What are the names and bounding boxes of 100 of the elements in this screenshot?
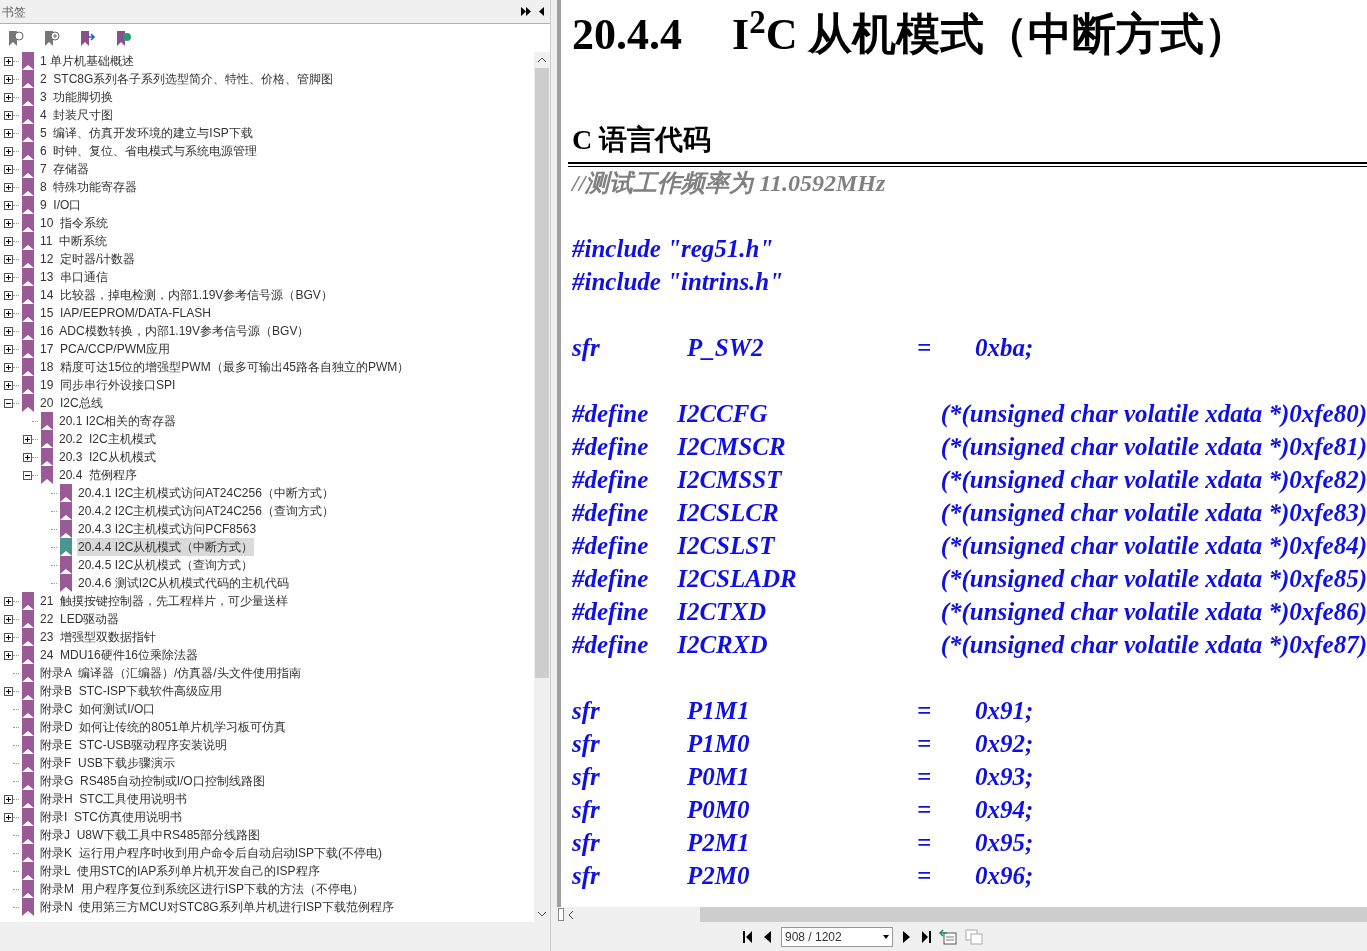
expand-bookmark-icon[interactable] <box>116 29 132 47</box>
bookmark-item[interactable]: 附录D 如何让传统的8051单片机学习板可仿真 <box>39 718 288 736</box>
next-page-icon[interactable] <box>901 930 911 943</box>
bookmark-item[interactable]: 6 时钟、复位、省电模式与系统电源管理 <box>39 142 259 160</box>
page-field[interactable]: 908 / 1202 <box>781 926 893 947</box>
bookmark-item[interactable]: 20.4.6 测试I2C从机模式代码的主机代码 <box>77 574 291 592</box>
previous-page-icon[interactable] <box>763 930 773 943</box>
expand-icon[interactable] <box>4 128 13 138</box>
bookmark-item[interactable]: 20.3 I2C从机模式 <box>58 448 157 466</box>
bookmark-item[interactable]: 20 I2C总线 <box>39 394 104 412</box>
expand-icon[interactable] <box>4 182 13 192</box>
bookmark-item[interactable]: 20.1 I2C相关的寄存器 <box>58 412 178 430</box>
add-bookmark-icon[interactable] <box>44 29 60 47</box>
vertical-scrollbar[interactable] <box>534 52 550 922</box>
expand-icon[interactable] <box>4 164 13 174</box>
expand-icon[interactable] <box>4 200 13 210</box>
expand-icon[interactable] <box>4 74 13 84</box>
bookmark-item[interactable]: 20.4.4 I2C从机模式（中断方式） <box>77 538 255 556</box>
last-page-icon[interactable] <box>919 930 931 943</box>
expand-icon[interactable] <box>4 146 13 156</box>
bookmark-item[interactable]: 3 功能脚切换 <box>39 88 115 106</box>
expand-icon[interactable] <box>4 236 13 246</box>
back-view-icon[interactable] <box>939 928 957 945</box>
expand-icon[interactable] <box>4 290 13 300</box>
expand-icon[interactable] <box>4 596 13 606</box>
collapse-icon[interactable] <box>23 470 32 480</box>
bookmark-item[interactable]: 1 单片机基础概述 <box>39 52 135 70</box>
collapse-panel-icon[interactable] <box>539 7 544 16</box>
bookmark-item[interactable]: 附录L 使用STC的IAP系列单片机开发自己的ISP程序 <box>39 862 321 880</box>
bookmark-item[interactable]: 12 定时器/计数器 <box>39 250 137 268</box>
go-to-bookmark-icon[interactable] <box>80 29 96 47</box>
bookmark-item[interactable]: 10 指令系统 <box>39 214 109 232</box>
bookmark-item[interactable]: 17 PCA/CCP/PWM应用 <box>39 340 172 358</box>
bookmark-item[interactable]: 23 增强型双数据指针 <box>39 628 157 646</box>
bookmark-item[interactable]: 24 MDU16硬件16位乘除法器 <box>39 646 200 664</box>
bookmark-item[interactable]: 8 特殊功能寄存器 <box>39 178 139 196</box>
dropdown-icon[interactable] <box>883 934 889 939</box>
bookmark-item[interactable]: 附录M 用户程序复位到系统区进行ISP下载的方法（不停电） <box>39 880 365 898</box>
bookmark-item[interactable]: 22 LED驱动器 <box>39 610 121 628</box>
bookmark-item[interactable]: 20.2 I2C主机模式 <box>58 430 157 448</box>
first-page-icon[interactable] <box>743 930 755 943</box>
code-value: 0xba; <box>975 332 1034 363</box>
expand-icon[interactable] <box>4 92 13 102</box>
bookmark-item[interactable]: 附录N 使用第三方MCU对STC8G系列单片机进行ISP下载范例程序 <box>39 898 395 916</box>
expand-icon[interactable] <box>4 686 13 696</box>
bookmark-item[interactable]: 附录C 如何测试I/O口 <box>39 700 157 718</box>
bookmark-item[interactable]: 2 STC8G系列各子系列选型简介、特性、价格、管脚图 <box>39 70 335 88</box>
bookmark-item[interactable]: 18 精度可达15位的增强型PWM（最多可输出45路各自独立的PWM） <box>39 358 411 376</box>
expand-icon[interactable] <box>4 794 13 804</box>
expand-icon[interactable] <box>4 344 13 354</box>
expand-icon[interactable] <box>4 254 13 264</box>
horizontal-scrollbar[interactable] <box>557 907 1367 922</box>
bookmark-item[interactable]: 16 ADC模数转换，内部1.19V参考信号源（BGV） <box>39 322 311 340</box>
expand-icon[interactable] <box>4 56 13 66</box>
bookmark-item[interactable]: 5 编译、仿真开发环境的建立与ISP下载 <box>39 124 254 142</box>
bookmark-item[interactable]: 附录K 运行用户程序时收到用户命令后自动启动ISP下载(不停电) <box>39 844 383 862</box>
expand-icon[interactable] <box>4 632 13 642</box>
bookmark-item[interactable]: 11 中断系统 <box>39 232 109 250</box>
expand-icon[interactable] <box>4 326 13 336</box>
expand-icon[interactable] <box>23 434 32 444</box>
scrollbar-thumb[interactable] <box>535 68 549 678</box>
expand-icon[interactable] <box>4 614 13 624</box>
bookmark-item[interactable]: 21 触摸按键控制器，先工程样片，可少量送样 <box>39 592 289 610</box>
bookmark-item[interactable]: 20.4.3 I2C主机模式访问PCF8563 <box>77 520 258 538</box>
bookmark-item[interactable]: 20.4 范例程序 <box>58 466 139 484</box>
bookmark-item[interactable]: 附录A 编译器（汇编器）/仿真器/头文件使用指南 <box>39 664 302 682</box>
code-text: #include "reg51.h" <box>572 233 774 264</box>
bookmark-item[interactable]: 4 封装尺寸图 <box>39 106 115 124</box>
bookmark-item[interactable]: 14 比较器，掉电检测，内部1.19V参考信号源（BGV） <box>39 286 334 304</box>
bookmark-item[interactable]: 附录E STC-USB驱动程序安装说明 <box>39 736 229 754</box>
bookmark-item[interactable]: 15 IAP/EEPROM/DATA-FLASH <box>39 304 212 322</box>
expand-icon[interactable] <box>4 272 13 282</box>
scroll-left-icon[interactable] <box>566 908 576 921</box>
bookmark-item[interactable]: 20.4.2 I2C主机模式访问AT24C256（查询方式） <box>77 502 335 520</box>
scrollbar-thumb[interactable] <box>700 907 1367 922</box>
expand-icon[interactable] <box>4 380 13 390</box>
bookmark-item[interactable]: 附录G RS485自动控制或I/O口控制线路图 <box>39 772 266 790</box>
collapse-icon[interactable] <box>4 398 13 408</box>
bookmark-item[interactable]: 附录J U8W下载工具中RS485部分线路图 <box>39 826 262 844</box>
bookmark-item[interactable]: 7 存储器 <box>39 160 91 178</box>
expand-icon[interactable] <box>4 362 13 372</box>
bookmark-item[interactable]: 13 串口通信 <box>39 268 109 286</box>
bookmark-item[interactable]: 9 I/O口 <box>39 196 83 214</box>
expand-icon[interactable] <box>4 110 13 120</box>
bookmark-item[interactable]: 20.4.1 I2C主机模式访问AT24C256（中断方式） <box>77 484 335 502</box>
expand-icon[interactable] <box>4 218 13 228</box>
bookmark-item[interactable]: 附录F USB下载步骤演示 <box>39 754 176 772</box>
bookmark-item[interactable]: 附录B STC-ISP下载软件高级应用 <box>39 682 223 700</box>
bookmark-item[interactable]: 20.4.5 I2C从机模式（查询方式） <box>77 556 255 574</box>
bookmark-item[interactable]: 19 同步串行外设接口SPI <box>39 376 177 394</box>
bookmark-icon <box>60 574 72 592</box>
bookmark-item[interactable]: 附录I STC仿真使用说明书 <box>39 808 183 826</box>
double-arrow-icon[interactable] <box>521 7 531 16</box>
expand-icon[interactable] <box>4 650 13 660</box>
expand-icon[interactable] <box>4 812 13 822</box>
code-keyword: #define <box>572 497 650 528</box>
expand-icon[interactable] <box>23 452 32 462</box>
bookmark-item[interactable]: 附录H STC工具使用说明书 <box>39 790 189 808</box>
expand-icon[interactable] <box>4 308 13 318</box>
delete-bookmark-icon[interactable] <box>8 29 24 47</box>
